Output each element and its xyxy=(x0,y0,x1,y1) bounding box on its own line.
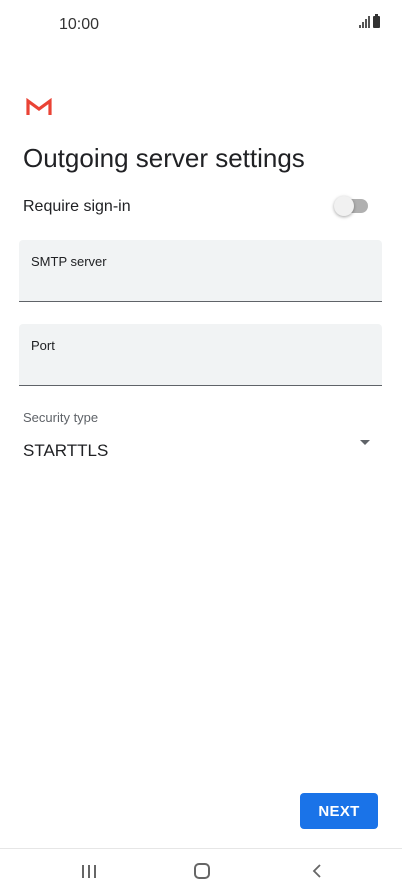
battery-icon xyxy=(373,14,380,28)
port-label: Port xyxy=(31,338,55,353)
navigation-bar xyxy=(0,848,402,893)
status-icons xyxy=(359,14,380,28)
security-type-label: Security type xyxy=(23,410,99,425)
home-icon[interactable] xyxy=(194,863,210,879)
smtp-server-field[interactable]: SMTP server xyxy=(19,240,382,302)
status-bar: 10:00 xyxy=(0,0,402,50)
port-input[interactable] xyxy=(31,356,361,380)
dropdown-arrow-icon[interactable] xyxy=(360,440,370,445)
require-signin-row[interactable]: Require sign-in xyxy=(23,196,382,220)
recents-icon[interactable] xyxy=(82,865,96,878)
security-type-dropdown[interactable]: Security type STARTTLS xyxy=(23,408,382,468)
page-title: Outgoing server settings xyxy=(23,143,305,173)
toggle-knob xyxy=(334,196,354,216)
require-signin-toggle[interactable] xyxy=(334,196,368,216)
require-signin-label: Require sign-in xyxy=(23,198,131,215)
security-type-value[interactable]: STARTTLS xyxy=(23,441,108,461)
back-icon[interactable] xyxy=(310,863,326,879)
signal-icon xyxy=(359,16,370,28)
status-time: 10:00 xyxy=(59,16,100,33)
smtp-server-label: SMTP server xyxy=(31,254,107,269)
smtp-server-input[interactable] xyxy=(31,272,361,296)
next-button[interactable]: NEXT xyxy=(300,793,378,829)
port-field[interactable]: Port xyxy=(19,324,382,386)
gmail-logo xyxy=(26,98,52,115)
